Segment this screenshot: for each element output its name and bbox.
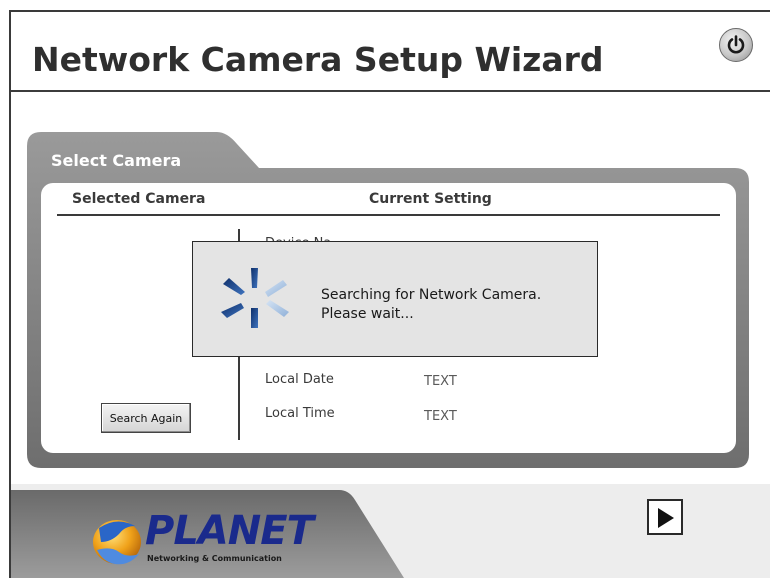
field-value-local-date: TEXT (424, 374, 457, 389)
power-button[interactable] (719, 28, 753, 62)
panel-label: Select Camera (51, 151, 182, 170)
field-label-local-date: Local Date (265, 372, 334, 387)
logo-wordmark: PLANET (145, 508, 314, 554)
dialog-message-line1: Searching for Network Camera. (321, 287, 542, 303)
dialog-message-line2: Please wait... (321, 306, 414, 322)
next-button[interactable] (647, 499, 683, 535)
column-header-current-setting: Current Setting (369, 191, 492, 207)
search-again-button[interactable]: Search Again (101, 403, 191, 433)
play-arrow-icon (658, 508, 674, 528)
header-divider (57, 214, 720, 216)
field-value-local-time: TEXT (424, 409, 457, 424)
planet-logo: PLANET Networking & Communication (89, 508, 314, 570)
title-divider (10, 90, 770, 92)
field-label-local-time: Local Time (265, 406, 335, 421)
searching-dialog: Searching for Network Camera. Please wai… (192, 241, 598, 357)
column-header-selected-camera: Selected Camera (72, 191, 206, 207)
power-icon (727, 35, 745, 54)
spinner-icon (221, 268, 289, 328)
logo-tagline: Networking & Communication (147, 554, 282, 563)
page-title: Network Camera Setup Wizard (32, 40, 604, 79)
globe-logo-icon (93, 520, 141, 565)
